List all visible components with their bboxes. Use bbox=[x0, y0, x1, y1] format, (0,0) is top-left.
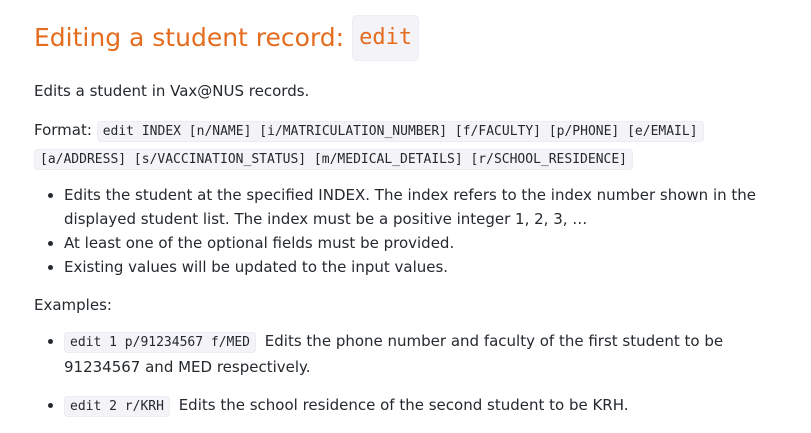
format-code-line-1: edit INDEX [n/NAME] [i/MATRICULATION_NUM… bbox=[96, 121, 704, 142]
examples-list: edit 1 p/91234567 f/MED Edits the phone … bbox=[34, 329, 777, 419]
section-heading: Editing a student record: edit bbox=[34, 15, 777, 61]
notes-list: Edits the student at the specified INDEX… bbox=[34, 183, 777, 279]
command-description: Edits a student in Vax@NUS records. bbox=[34, 82, 310, 100]
heading-command-code: edit bbox=[352, 15, 420, 61]
examples-label: Examples: bbox=[34, 296, 112, 314]
format-code-line-2: [a/ADDRESS] [s/VACCINATION_STATUS] [m/ME… bbox=[34, 149, 633, 170]
note-item: At least one of the optional fields must… bbox=[64, 231, 777, 255]
note-item: Existing values will be updated to the i… bbox=[64, 255, 777, 279]
example-item: edit 2 r/KRH Edits the school residence … bbox=[64, 393, 777, 419]
example-code: edit 2 r/KRH bbox=[64, 396, 170, 417]
format-label: Format: bbox=[34, 121, 92, 139]
example-code: edit 1 p/91234567 f/MED bbox=[64, 332, 257, 353]
example-text: Edits the school residence of the second… bbox=[178, 396, 629, 414]
heading-text: Editing a student record: bbox=[34, 23, 345, 52]
note-item: Edits the student at the specified INDEX… bbox=[64, 183, 777, 231]
format-paragraph: Format: edit INDEX [n/NAME] [i/MATRICULA… bbox=[34, 117, 777, 173]
edit-command-section: Editing a student record: edit Edits a s… bbox=[0, 0, 811, 419]
example-item: edit 1 p/91234567 f/MED Edits the phone … bbox=[64, 329, 777, 379]
